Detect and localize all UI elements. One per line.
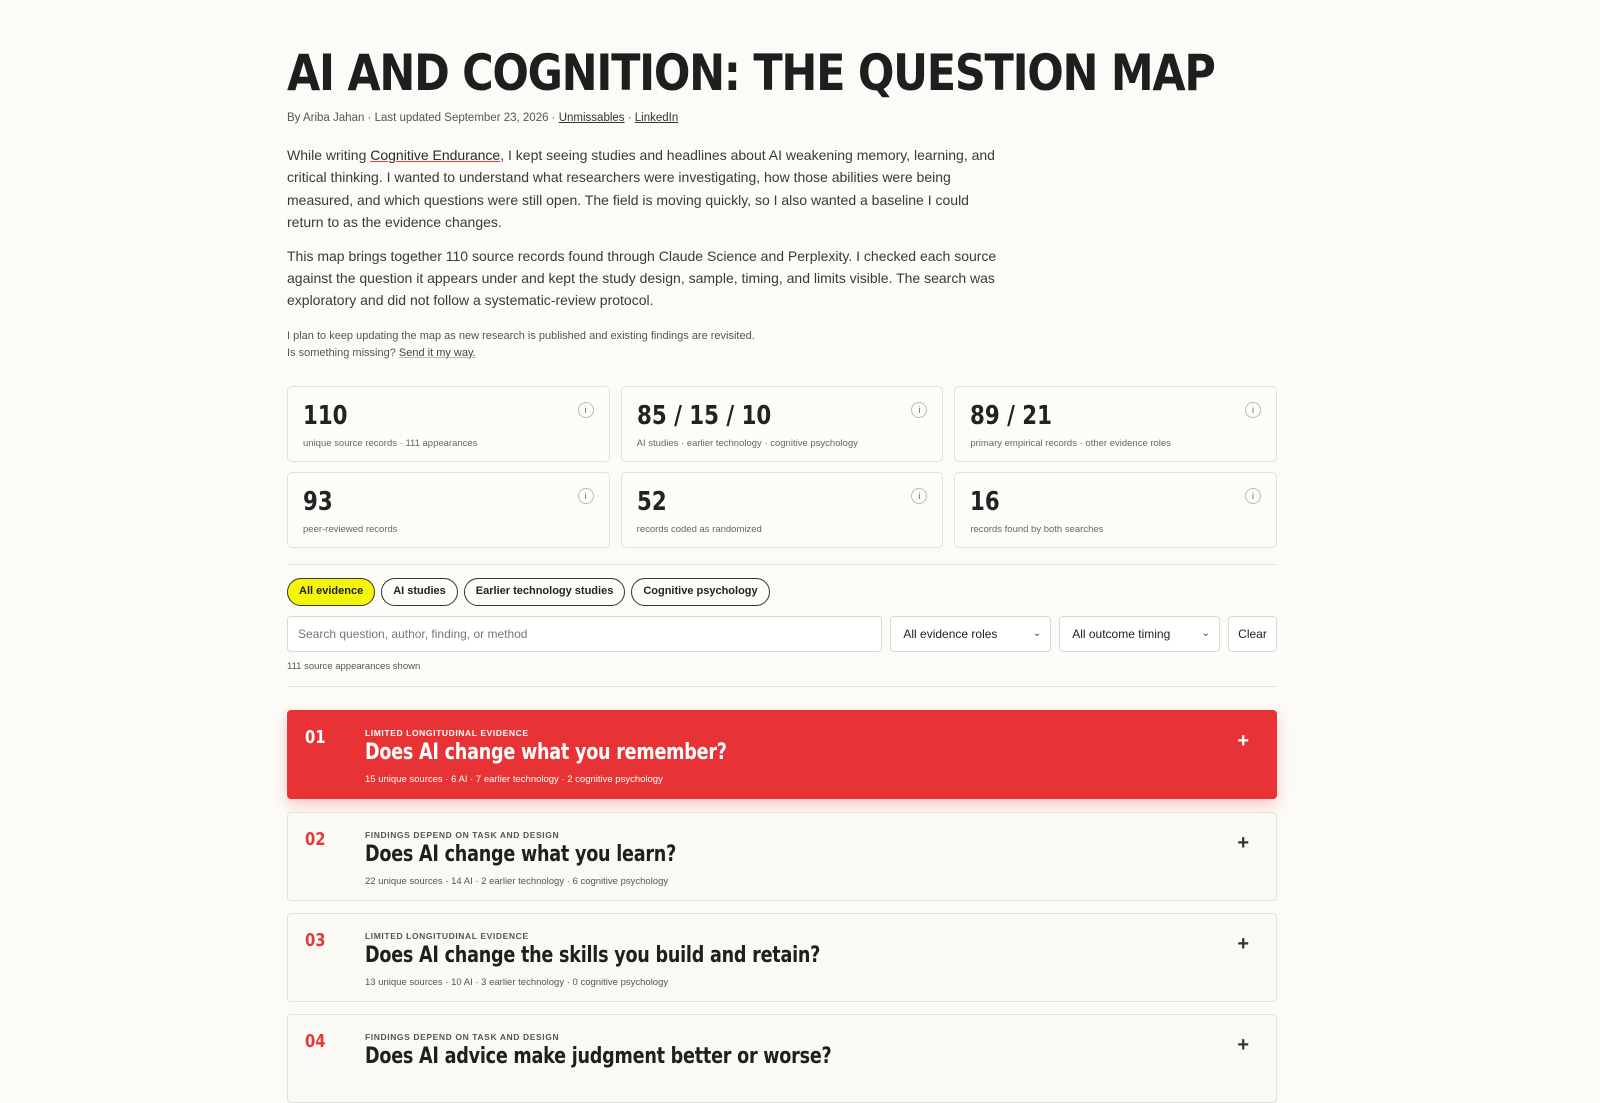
- stat-card: 110 unique source records · 111 appearanc…: [287, 386, 610, 462]
- chevron-down-icon: ⌄: [1201, 628, 1211, 639]
- page-title: AI AND COGNITION: THE QUESTION MAP: [287, 44, 1216, 102]
- update-note: I plan to keep updating the map as new r…: [287, 328, 1277, 362]
- question-title: Does AI change what you remember?: [365, 740, 727, 765]
- expand-plus-icon[interactable]: +: [1237, 731, 1249, 751]
- question-number: 04: [305, 1031, 326, 1052]
- evidence-status-tag: FINDINGS DEPEND ON TASK AND DESIGN: [365, 1032, 560, 1042]
- divider: [287, 686, 1277, 687]
- outcome-timing-value: All outcome timing: [1072, 627, 1171, 641]
- intro-text: While writing: [287, 147, 371, 163]
- intro: While writing Cognitive Endurance, I kep…: [287, 144, 1007, 312]
- stat-card: 93 peer-reviewed records i: [287, 472, 610, 548]
- chip-ai-studies[interactable]: AI studies: [381, 578, 458, 606]
- question-meta: 22 unique sources · 14 AI · 2 earlier te…: [365, 876, 669, 887]
- search-input[interactable]: [287, 616, 883, 652]
- stat-value: 110: [303, 401, 348, 431]
- divider: [287, 564, 1277, 565]
- stat-value: 93: [303, 487, 333, 517]
- filter-bar: All evidence roles⌄ All outcome timing⌄ …: [287, 616, 1277, 652]
- info-icon[interactable]: i: [911, 488, 928, 504]
- expand-plus-icon[interactable]: +: [1237, 1035, 1249, 1055]
- clear-button[interactable]: Clear: [1228, 616, 1277, 652]
- stat-label: records found by both searches: [970, 524, 1104, 535]
- stat-label: peer-reviewed records: [303, 524, 398, 535]
- stat-card: 85 / 15 / 10 AI studies · earlier technol…: [620, 386, 944, 462]
- linkedin-link[interactable]: LinkedIn: [635, 112, 678, 124]
- unmissables-link[interactable]: Unmissables: [559, 112, 625, 124]
- question-meta: 13 unique sources · 10 AI · 3 earlier te…: [365, 977, 669, 988]
- evidence-filter-chips: All evidence AI studies Earlier technolo…: [287, 578, 770, 606]
- question-card[interactable]: 02 FINDINGS DEPEND ON TASK AND DESIGN Do…: [287, 812, 1277, 901]
- byline-separator: ·: [624, 112, 635, 124]
- expand-plus-icon[interactable]: +: [1237, 833, 1249, 853]
- question-title: Does AI advice make judgment better or w…: [365, 1044, 832, 1069]
- stat-label: primary empirical records · other eviden…: [970, 438, 1171, 449]
- question-title: Does AI change what you learn?: [365, 842, 677, 867]
- chip-earlier-technology[interactable]: Earlier technology studies: [463, 578, 626, 606]
- stat-card: 52 records coded as randomized i: [620, 472, 944, 548]
- info-icon[interactable]: i: [1244, 402, 1261, 418]
- stat-label: records coded as randomized: [636, 524, 762, 535]
- question-number: 02: [305, 829, 326, 850]
- expand-plus-icon[interactable]: +: [1237, 934, 1249, 954]
- question-card[interactable]: 03 LIMITED LONGITUDINAL EVIDENCE Does AI…: [287, 913, 1277, 1002]
- evidence-roles-value: All evidence roles: [903, 627, 998, 641]
- results-count: 111 source appearances shown: [287, 661, 421, 672]
- info-icon[interactable]: i: [577, 402, 594, 418]
- outcome-timing-select[interactable]: All outcome timing ⌄: [1059, 616, 1221, 652]
- missing-note-line: Is something missing? Send it my way.: [287, 345, 1277, 362]
- stat-label: AI studies · earlier technology · cognit…: [636, 438, 858, 449]
- question-number: 01: [305, 727, 326, 748]
- question-meta: 15 unique sources · 6 AI · 7 earlier tec…: [365, 774, 663, 785]
- question-number: 03: [305, 930, 326, 951]
- chip-cognitive-psychology[interactable]: Cognitive psychology: [631, 578, 770, 606]
- missing-note-text: Is something missing?: [287, 346, 399, 359]
- update-note-line: I plan to keep updating the map as new r…: [287, 329, 755, 342]
- chevron-down-icon: ⌄: [1032, 628, 1042, 639]
- info-icon[interactable]: i: [577, 488, 594, 504]
- cognitive-endurance-link[interactable]: Cognitive Endurance: [370, 147, 500, 163]
- question-card[interactable]: 01 LIMITED LONGITUDINAL EVIDENCE Does AI…: [287, 710, 1277, 799]
- evidence-roles-select[interactable]: All evidence roles ⌄: [890, 616, 1052, 652]
- page: AI AND COGNITION: THE QUESTION MAP By Ar…: [287, 0, 1277, 1103]
- stat-value: 89 / 21: [970, 401, 1053, 431]
- chip-all-evidence[interactable]: All evidence: [287, 578, 376, 606]
- stat-card: 16 records found by both searches i: [954, 472, 1277, 548]
- stat-label: unique source records · 111 appearances: [303, 438, 478, 449]
- stat-card: 89 / 21 primary empirical records · other…: [954, 386, 1277, 462]
- evidence-status-tag: FINDINGS DEPEND ON TASK AND DESIGN: [365, 830, 560, 840]
- stat-value: 85 / 15 / 10: [636, 401, 771, 431]
- stat-value: 52: [636, 487, 667, 517]
- evidence-status-tag: LIMITED LONGITUDINAL EVIDENCE: [365, 931, 529, 941]
- info-icon[interactable]: i: [1244, 488, 1261, 504]
- stats-grid: 110 unique source records · 111 appearanc…: [287, 386, 1277, 548]
- byline: By Ariba Jahan · Last updated September …: [287, 112, 1277, 124]
- info-icon[interactable]: i: [911, 402, 928, 418]
- question-title: Does AI change the skills you build and …: [365, 943, 821, 968]
- stat-value: 16: [970, 487, 1001, 517]
- intro-paragraph-2: This map brings together 110 source reco…: [287, 247, 997, 309]
- byline-text: By Ariba Jahan · Last updated September …: [287, 112, 559, 124]
- evidence-status-tag: LIMITED LONGITUDINAL EVIDENCE: [365, 728, 529, 738]
- send-it-link[interactable]: Send it my way.: [399, 347, 476, 359]
- question-card[interactable]: 04 FINDINGS DEPEND ON TASK AND DESIGN Do…: [287, 1014, 1277, 1103]
- intro-paragraph-1: While writing Cognitive Endurance, I kep…: [287, 144, 1007, 234]
